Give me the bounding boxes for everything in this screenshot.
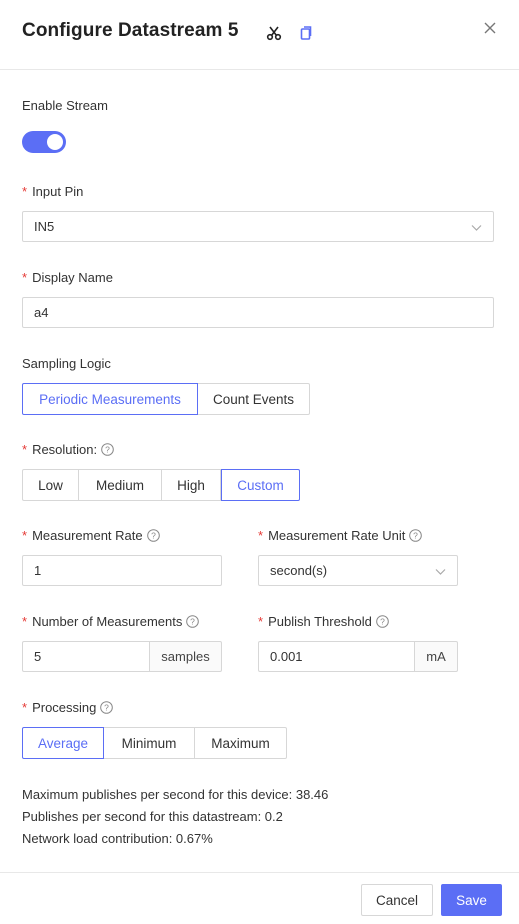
number-of-measurements-label: * Number of Measurements? [22, 614, 200, 631]
modal-title: Configure Datastream 5 [22, 20, 239, 41]
measurement-rate-unit-select[interactable]: second(s) [258, 555, 458, 586]
sampling-logic-label: Sampling Logic [22, 356, 111, 371]
publish-threshold-label: * Publish Threshold? [258, 614, 389, 631]
option-minimum[interactable]: Minimum [104, 727, 195, 759]
option-average[interactable]: Average [22, 727, 104, 759]
enable-stream-label: Enable Stream [22, 98, 108, 113]
resolution-label: * Resolution:? [22, 442, 114, 459]
processing-label: * Processing? [22, 700, 114, 717]
svg-text:?: ? [105, 703, 110, 713]
ma-suffix: mA [414, 641, 458, 672]
number-of-measurements-group: 5 samples [22, 641, 222, 672]
max-publishes-info: Maximum publishes per second for this de… [22, 787, 329, 802]
measurement-rate-input[interactable]: 1 [22, 555, 222, 586]
help-icon[interactable]: ? [100, 701, 114, 717]
input-pin-select[interactable]: IN5 [22, 211, 494, 242]
display-name-label: * Display Name [22, 270, 113, 285]
measurement-rate-label: * Measurement Rate? [22, 528, 160, 545]
processing-segmented: Average Minimum Maximum [22, 727, 287, 759]
publish-threshold-input[interactable]: 0.001 [258, 641, 414, 672]
svg-text:?: ? [413, 531, 418, 541]
samples-suffix: samples [149, 641, 222, 672]
sampling-logic-segmented: Periodic Measurements Count Events [22, 383, 310, 415]
option-high[interactable]: High [162, 469, 221, 501]
number-of-measurements-input[interactable]: 5 [22, 641, 149, 672]
publish-threshold-group: 0.001 mA [258, 641, 458, 672]
svg-text:?: ? [105, 445, 110, 455]
svg-text:?: ? [380, 617, 385, 627]
cancel-button[interactable]: Cancel [361, 884, 433, 916]
input-pin-label: * Input Pin [22, 184, 84, 199]
help-icon[interactable]: ? [101, 443, 114, 459]
datastream-publishes-info: Publishes per second for this datastream… [22, 809, 283, 824]
modal-header: Configure Datastream 5 [0, 0, 519, 70]
display-name-input[interactable]: a4 [22, 297, 494, 328]
option-count-events[interactable]: Count Events [198, 383, 310, 415]
chevron-down-icon [471, 225, 482, 231]
option-medium[interactable]: Medium [79, 469, 162, 501]
close-icon[interactable] [480, 18, 500, 38]
resolution-segmented: Low Medium High Custom [22, 469, 300, 501]
option-maximum[interactable]: Maximum [195, 727, 287, 759]
help-icon[interactable]: ? [146, 529, 160, 545]
option-custom[interactable]: Custom [221, 469, 300, 501]
help-icon[interactable]: ? [409, 529, 423, 545]
copy-icon[interactable] [296, 23, 316, 43]
save-button[interactable]: Save [441, 884, 502, 916]
option-low[interactable]: Low [22, 469, 79, 501]
toggle-knob [47, 134, 63, 150]
enable-stream-toggle[interactable] [22, 131, 66, 153]
svg-text:?: ? [151, 531, 156, 541]
help-icon[interactable]: ? [376, 615, 389, 631]
measurement-rate-unit-label: * Measurement Rate Unit? [258, 528, 423, 545]
scissors-icon[interactable] [264, 23, 284, 43]
svg-text:?: ? [190, 617, 195, 627]
chevron-down-icon [435, 569, 446, 575]
option-periodic-measurements[interactable]: Periodic Measurements [22, 383, 198, 415]
help-icon[interactable]: ? [186, 615, 200, 631]
network-load-info: Network load contribution: 0.67% [22, 831, 213, 846]
